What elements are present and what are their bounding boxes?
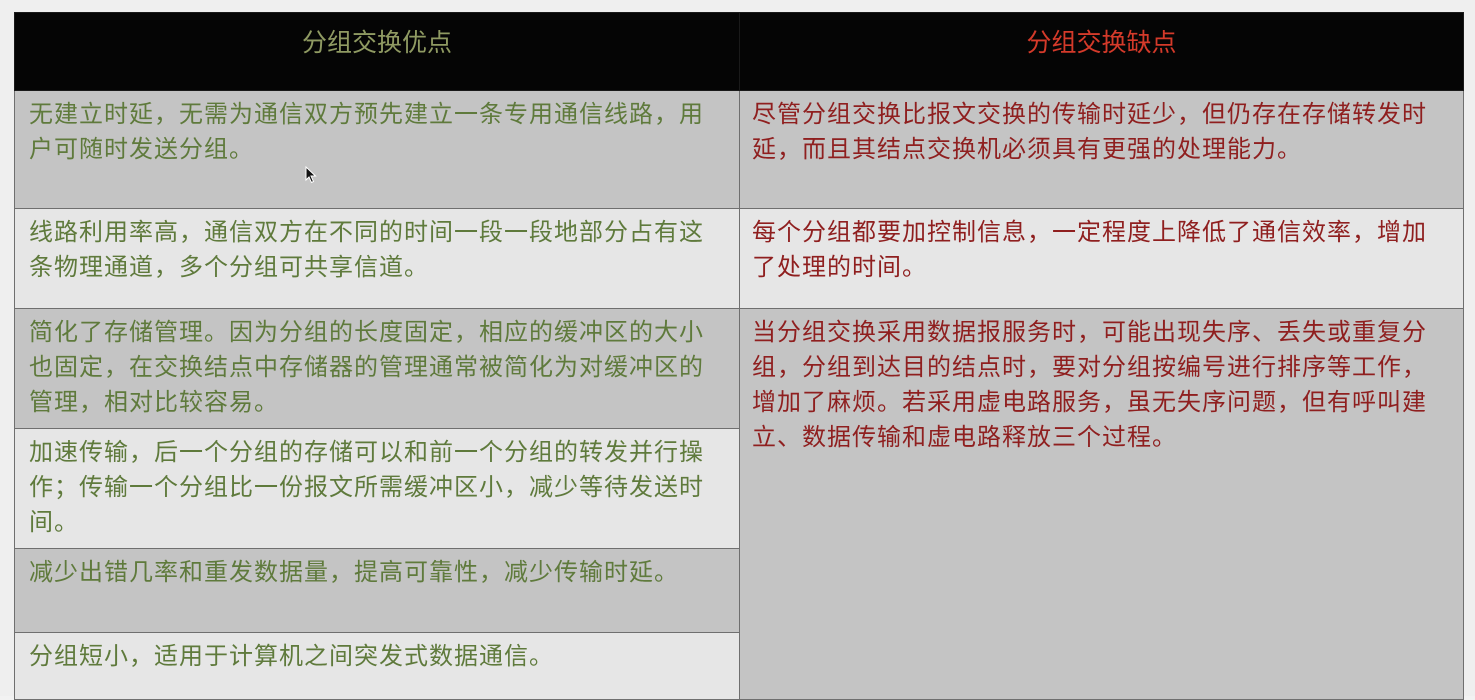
mouse-pointer-icon (305, 165, 317, 188)
disadvantages-header: 分组交换缺点 (739, 12, 1464, 91)
advantage-cell-6: 分组短小，适用于计算机之间突发式数据通信。 (14, 632, 740, 700)
advantage-cell-5: 减少出错几率和重发数据量，提高可靠性，减少传输时延。 (14, 548, 740, 633)
advantage-cell-4: 加速传输，后一个分组的存储可以和前一个分组的转发并行操作；传输一个分组比一份报文… (14, 428, 740, 549)
advantage-cell-2: 线路利用率高，通信双方在不同的时间一段一段地部分占有这条物理通道，多个分组可共享… (14, 208, 740, 309)
disadvantage-cell-2: 每个分组都要加控制信息，一定程度上降低了通信效率，增加了处理的时间。 (739, 208, 1464, 309)
advantage-cell-1: 无建立时延，无需为通信双方预先建立一条专用通信线路，用户可随时发送分组。 (14, 90, 740, 209)
advantages-header: 分组交换优点 (14, 12, 740, 91)
disadvantage-cell-1: 尽管分组交换比报文交换的传输时延少，但仍存在存储转发时延，而且其结点交换机必须具… (739, 90, 1464, 209)
comparison-table: 分组交换优点 分组交换缺点 无建立时延，无需为通信双方预先建立一条专用通信线路，… (14, 12, 1464, 700)
table-header-row: 分组交换优点 分组交换缺点 (14, 12, 1464, 91)
table-row: 线路利用率高，通信双方在不同的时间一段一段地部分占有这条物理通道，多个分组可共享… (14, 208, 1464, 309)
table-row: 简化了存储管理。因为分组的长度固定，相应的缓冲区的大小也固定，在交换结点中存储器… (14, 308, 1464, 700)
disadvantage-cell-3: 当分组交换采用数据报服务时，可能出现失序、丢失或重复分组，分组到达目的结点时，要… (739, 308, 1464, 700)
table-row: 无建立时延，无需为通信双方预先建立一条专用通信线路，用户可随时发送分组。 尽管分… (14, 90, 1464, 209)
slide: 分组交换优点 分组交换缺点 无建立时延，无需为通信双方预先建立一条专用通信线路，… (0, 0, 1475, 700)
advantage-cell-3: 简化了存储管理。因为分组的长度固定，相应的缓冲区的大小也固定，在交换结点中存储器… (14, 308, 740, 429)
